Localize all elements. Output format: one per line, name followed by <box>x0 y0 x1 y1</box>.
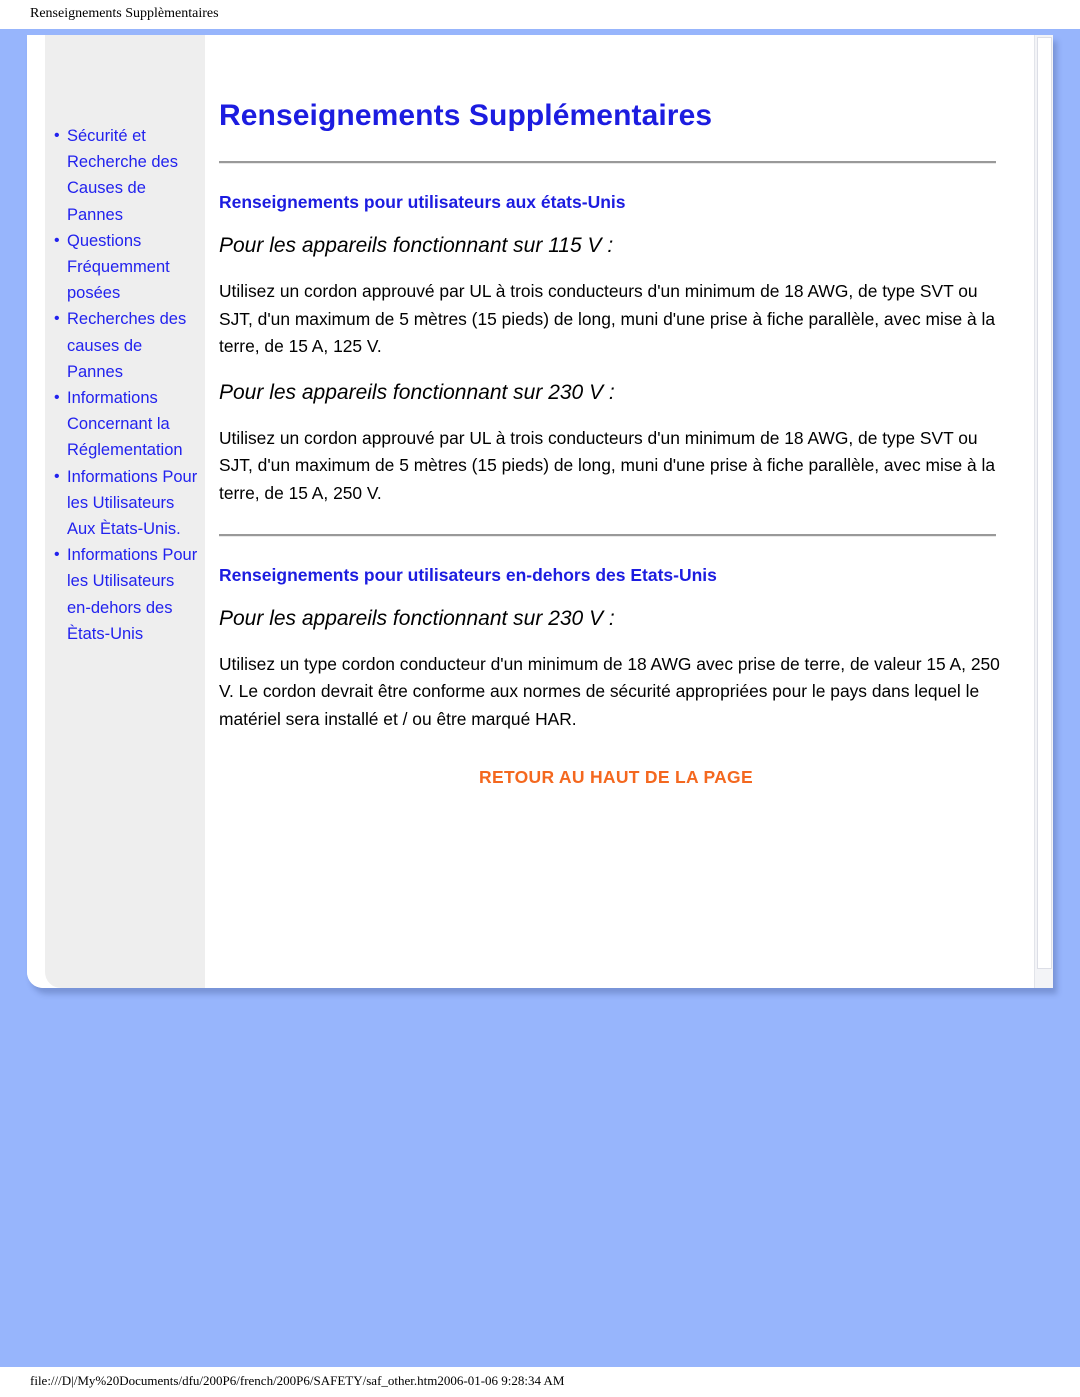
sidebar-item-label[interactable]: Informations Concernant la Réglementatio… <box>67 389 183 459</box>
sidebar-list: • Sécurité et Recherche des Causes de Pa… <box>45 35 205 647</box>
sidebar-item-label[interactable]: Informations Pour les Utilisateurs Aux È… <box>67 468 197 538</box>
bullet-icon: • <box>54 127 60 144</box>
bullet-icon: • <box>54 467 60 485</box>
page-background: • Sécurité et Recherche des Causes de Pa… <box>0 29 1080 1367</box>
scrollbar-thumb[interactable] <box>1037 37 1052 969</box>
sidebar-item-label[interactable]: Recherches des causes de Pannes <box>67 310 186 380</box>
sidebar-item-securite-recherche-causes-pannes[interactable]: • Sécurité et Recherche des Causes de Pa… <box>45 123 205 228</box>
sidebar-item-informations-utilisateurs-etats-unis[interactable]: • Informations Pour les Utilisateurs Aux… <box>45 464 205 543</box>
body-text-115v: Utilisez un cordon approuvé par UL à tro… <box>219 281 996 357</box>
subheading-230v-non-us: Pour les appareils fonctionnant sur 230 … <box>219 606 615 630</box>
sidebar-item-label[interactable]: Informations Pour les Utilisateurs en-de… <box>67 546 197 643</box>
page-title: Renseignements Supplémentaires <box>219 99 713 132</box>
document-shell: • Sécurité et Recherche des Causes de Pa… <box>27 35 1053 988</box>
sidebar-item-questions-frequemment-posees[interactable]: • Questions Fréquemment posées <box>45 228 205 307</box>
section-heading-non-us-users: Renseignements pour utilisateurs en-deho… <box>219 564 717 585</box>
browser-print-header: Renseignements Supplèmentaires <box>0 0 1080 29</box>
section-heading-us-users: Renseignements pour utilisateurs aux éta… <box>219 192 626 212</box>
sidebar-item-label[interactable]: Sécurité et Recherche des Causes de Pann… <box>67 127 178 224</box>
body-text-230v-us: Utilisez un cordon approuvé par UL à tro… <box>219 427 996 503</box>
shell-left-margin <box>27 35 45 988</box>
sidebar-item-informations-reglementation[interactable]: • Informations Concernant la Réglementat… <box>45 385 205 464</box>
vertical-scrollbar[interactable] <box>1034 35 1053 988</box>
sidebar-item-informations-utilisateurs-hors-etats-unis[interactable]: • Informations Pour les Utilisateurs en-… <box>45 542 205 647</box>
back-to-top-link[interactable]: RETOUR AU HAUT DE LA PAGE <box>479 767 753 787</box>
bullet-icon: • <box>54 546 60 564</box>
bullet-icon: • <box>54 389 60 407</box>
sidebar-item-label[interactable]: Questions Fréquemment posées <box>67 232 170 302</box>
body-text-230v-non-us: Utilisez un type cordon conducteur d'un … <box>219 653 1000 729</box>
subheading-230v-us: Pour les appareils fonctionnant sur 230 … <box>219 380 615 404</box>
bullet-icon: • <box>54 231 60 249</box>
bullet-icon: • <box>54 310 60 328</box>
print-footer-url: file:///D|/My%20Documents/dfu/200P6/fren… <box>30 1373 565 1388</box>
browser-print-footer: file:///D|/My%20Documents/dfu/200P6/fren… <box>0 1367 1080 1397</box>
print-header-title: Renseignements Supplèmentaires <box>30 6 219 21</box>
sidebar-item-recherches-causes-pannes[interactable]: • Recherches des causes de Pannes <box>45 306 205 385</box>
sidebar-navigation: • Sécurité et Recherche des Causes de Pa… <box>45 35 205 988</box>
main-content: Renseignements Supplémentaires Renseigne… <box>205 35 1035 988</box>
back-to-top-container: RETOUR AU HAUT DE LA PAGE <box>219 733 1013 788</box>
subheading-115v: Pour les appareils fonctionnant sur 115 … <box>219 234 614 257</box>
